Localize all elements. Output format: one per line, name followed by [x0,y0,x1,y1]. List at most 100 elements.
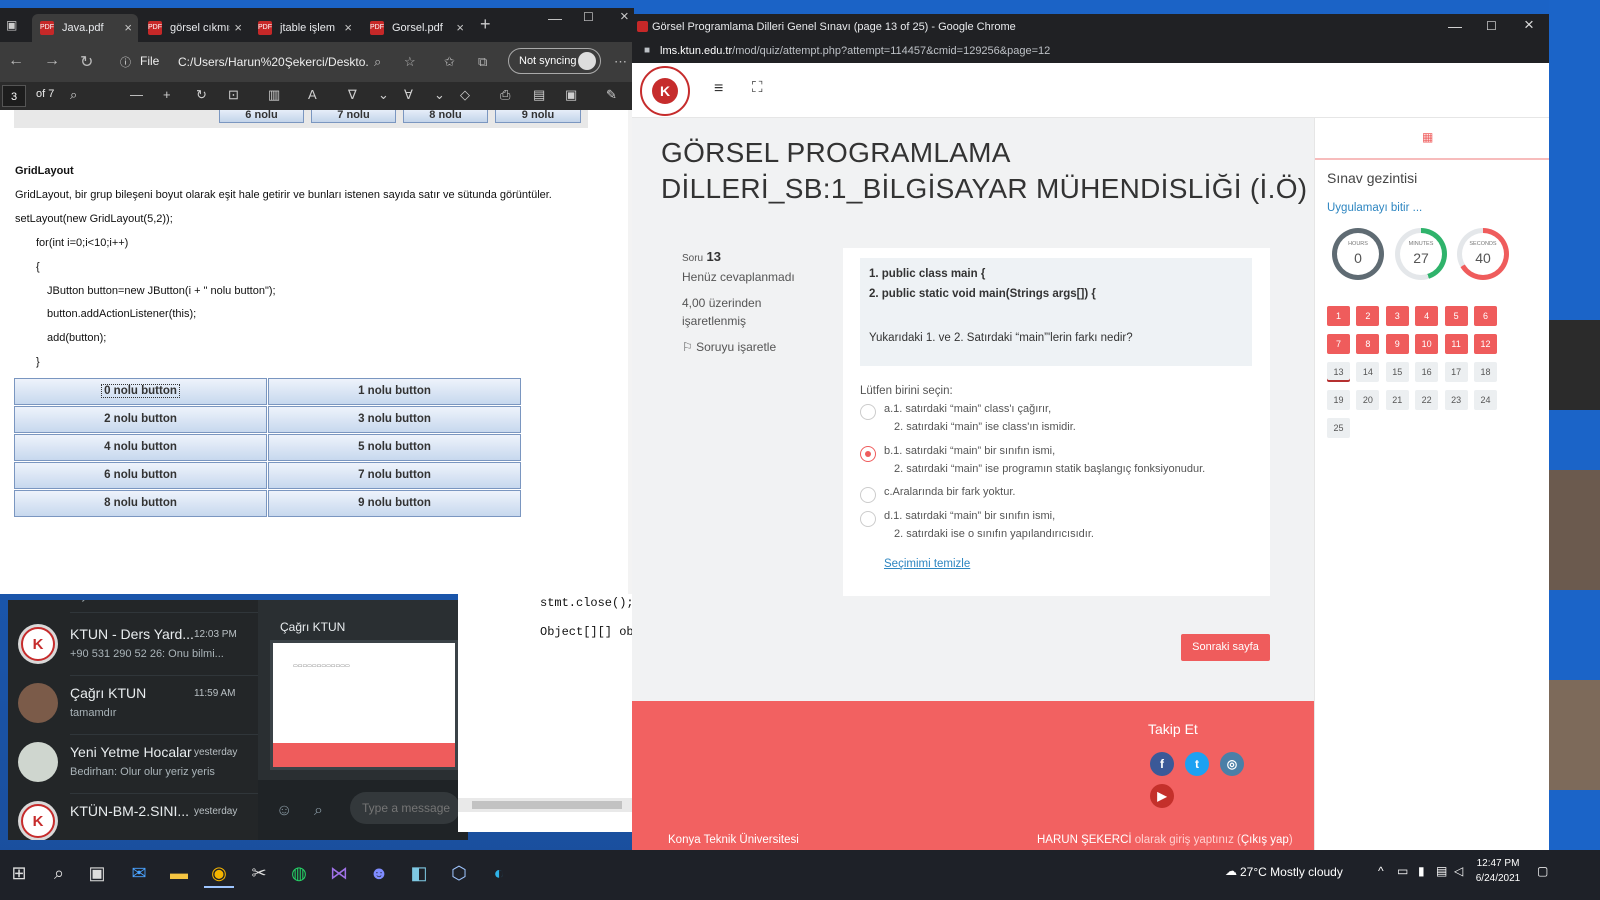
question-nav-button[interactable]: 19 [1327,390,1350,410]
notes-icon[interactable]: ◧ [404,858,434,888]
twitter-icon[interactable]: t [1185,752,1209,776]
zoom-in-icon[interactable]: + [163,87,171,102]
url-field[interactable]: lms.ktun.edu.tr/mod/quiz/attempt.php?att… [660,45,1050,57]
question-nav-button[interactable]: 11 [1444,334,1468,354]
message-input[interactable] [350,792,460,824]
close-window-icon[interactable]: × [620,8,629,25]
tab-actions-icon[interactable]: ▣ [6,18,17,32]
close-window-icon[interactable]: × [1524,15,1534,35]
question-nav-button[interactable]: 5 [1444,306,1468,326]
chevron-up-icon[interactable]: ^ [1378,864,1384,878]
zoom-out-icon[interactable]: — [130,87,143,102]
task-view-icon[interactable]: ▣ [82,858,112,888]
grid-icon[interactable]: ▦ [1422,130,1433,144]
answer-option-b[interactable]: b.1. satırdaki “main” bir sınıfın ismi, … [860,445,1260,481]
question-nav-button[interactable]: 23 [1444,390,1468,410]
back-icon[interactable]: ← [8,52,24,70]
chat-item[interactable]: K KTÜN-BM-2.SINI... yesterday [8,793,258,840]
chat-item[interactable]: K KTUN - Ders Yard... 12:03 PM +90 531 2… [8,616,258,676]
address-bar[interactable]: ■ lms.ktun.edu.tr/mod/quiz/attempt.php?a… [632,41,1549,63]
snipping-tool-icon[interactable]: ✂ [244,858,274,888]
answer-option-d[interactable]: d.1. satırdaki “main” bir sınıfın ismi, … [860,510,1260,546]
new-tab-icon[interactable]: + [480,14,491,35]
university-name[interactable]: Konya Teknik Üniversitesi [668,834,799,846]
page-number-input[interactable]: 3 [2,85,26,107]
flag-question-link[interactable]: ⚐ Soruyu işaretle [682,338,807,356]
tab-gorsel-cikmis[interactable]: PDF görsel cıkmış × [140,14,248,42]
chrome-icon[interactable]: ◉ [204,858,234,888]
clock[interactable]: 12:47 PM 6/24/2021 [1468,856,1528,886]
question-nav-button[interactable]: 3 [1385,306,1409,326]
maximize-icon[interactable]: ☐ [1486,19,1497,33]
tab-jtable-islem[interactable]: PDF jtable işlem × [250,14,358,42]
highlight-icon[interactable]: ∀ [404,87,413,103]
rotate-icon[interactable]: ↻ [196,87,207,103]
refresh-icon[interactable]: ↻ [80,52,93,72]
mail-icon[interactable]: ✉ [124,858,154,888]
question-nav-button[interactable]: 18 [1474,362,1497,382]
chevron-down-icon[interactable]: ⌄ [434,87,445,103]
pin-icon[interactable]: ✎ [606,87,617,103]
radio-button[interactable] [860,487,876,503]
microphone-icon[interactable]: ▮ [1418,864,1425,878]
question-nav-button[interactable]: 17 [1444,362,1468,382]
finish-attempt-link[interactable]: Uygulamayı bitir ... [1327,202,1422,214]
chevron-down-icon[interactable]: ⌄ [378,87,389,103]
answer-option-c[interactable]: c.Aralarında bir fark yoktur. [860,486,1260,504]
draw-icon[interactable]: ∇ [348,87,357,103]
answer-option-a[interactable]: a.1. satırdaki “main” class'ı çağırır, 2… [860,403,1260,439]
search-icon[interactable]: ⌕ [44,858,74,888]
battery-icon[interactable]: ▭ [1397,864,1408,878]
question-nav-button[interactable]: 2 [1356,306,1380,326]
question-nav-button[interactable]: 6 [1474,306,1497,326]
profile-sync-button[interactable]: Not syncing [508,48,601,74]
question-nav-button[interactable]: 13 [1327,362,1350,382]
question-nav-button[interactable]: 21 [1385,390,1409,410]
question-nav-button[interactable]: 20 [1356,390,1380,410]
question-nav-button[interactable]: 22 [1415,390,1439,410]
save-icon[interactable]: ▤ [533,87,545,103]
question-nav-button[interactable]: 15 [1385,362,1409,382]
close-icon[interactable]: × [456,20,464,35]
question-nav-button[interactable]: 1 [1327,306,1350,326]
page-view-icon[interactable]: ▥ [268,87,280,103]
attach-icon[interactable]: ⌕ [314,802,323,820]
close-icon[interactable]: × [124,20,132,35]
fit-page-icon[interactable]: ⊡ [228,87,239,103]
edge-icon[interactable]: ◐ [484,858,514,888]
fullscreen-icon[interactable]: ⛶ [752,79,763,96]
chat-item[interactable]: Yeni Yetme Hocalar yesterday Bedirhan: O… [8,734,258,794]
youtube-icon[interactable]: ▶ [1150,784,1174,808]
discord-icon[interactable]: ☻ [364,858,394,888]
close-icon[interactable]: × [234,20,242,35]
minimize-icon[interactable]: — [548,10,562,26]
search-icon[interactable]: ⌕ [70,87,77,103]
more-icon[interactable]: ⋯ [614,54,627,70]
file-explorer-icon[interactable]: ▬ [164,858,194,888]
network-icon[interactable]: ▤ [1436,864,1447,878]
instagram-icon[interactable]: ◎ [1220,752,1244,776]
chat-image-message[interactable]: ▭▭▭▭▭▭▭▭▭▭▭▭ [270,640,458,770]
collections-icon[interactable]: ⧉ [478,54,487,70]
question-nav-button[interactable]: 24 [1474,390,1497,410]
university-logo[interactable]: K [640,66,690,116]
tab-java-pdf[interactable]: PDF Java.pdf × [32,14,138,42]
question-nav-button[interactable]: 8 [1356,334,1380,354]
question-nav-button[interactable]: 14 [1356,362,1380,382]
virtualbox-icon[interactable]: ⬡ [444,858,474,888]
radio-button[interactable] [860,404,876,420]
visual-studio-icon[interactable]: ⋈ [324,858,354,888]
question-nav-button[interactable]: 16 [1415,362,1439,382]
question-nav-button[interactable]: 7 [1327,334,1350,354]
radio-button-selected[interactable] [860,446,876,462]
close-icon[interactable]: × [344,20,352,35]
weather-widget[interactable]: 27°C Mostly cloudy [1240,865,1343,879]
question-nav-button[interactable]: 4 [1415,306,1439,326]
logout-link[interactable]: Çıkış yap [1241,834,1289,846]
radio-button[interactable] [860,511,876,527]
read-aloud-icon[interactable]: A [308,87,317,102]
chat-item[interactable]: Çağrı KTUN 11:59 AM tamamdır [8,675,258,735]
user-name-link[interactable]: HARUN ŞEKERCİ [1037,834,1132,846]
next-page-button[interactable]: Sonraki sayfa [1181,634,1270,661]
eraser-icon[interactable]: ◇ [460,87,470,103]
